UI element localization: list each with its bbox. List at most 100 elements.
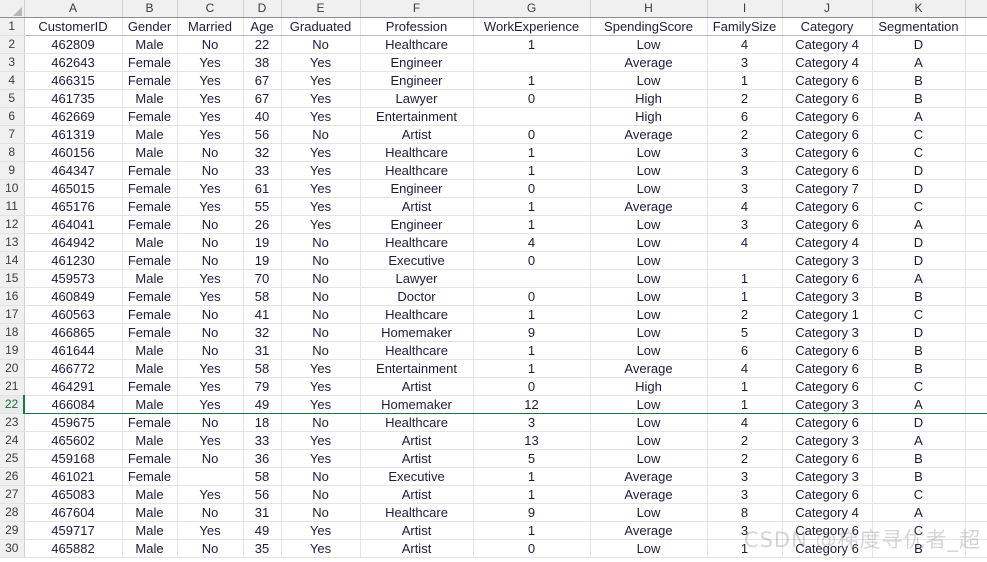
data-cell[interactable]: Average xyxy=(590,125,708,144)
data-cell[interactable]: 56 xyxy=(243,485,282,504)
data-cell[interactable]: Average xyxy=(590,197,708,216)
data-cell[interactable]: Average xyxy=(590,467,708,486)
data-cell[interactable]: 58 xyxy=(243,467,282,486)
data-cell[interactable]: 3 xyxy=(707,53,783,72)
data-cell[interactable]: Category 3 xyxy=(782,467,873,486)
data-cell[interactable] xyxy=(965,377,987,396)
data-cell[interactable]: 1 xyxy=(707,287,783,306)
row-header-7[interactable]: 7 xyxy=(0,125,25,144)
data-cell[interactable]: Category 6 xyxy=(782,107,873,126)
data-cell[interactable]: 460156 xyxy=(24,143,123,162)
data-cell[interactable]: Category 6 xyxy=(782,521,873,540)
data-cell[interactable]: Yes xyxy=(177,395,244,414)
data-cell[interactable]: Category 1 xyxy=(782,305,873,324)
data-cell[interactable]: C xyxy=(872,521,966,540)
data-cell[interactable]: A xyxy=(872,503,966,522)
data-cell[interactable]: 3 xyxy=(707,179,783,198)
row-header-9[interactable]: 9 xyxy=(0,161,25,180)
data-cell[interactable]: 31 xyxy=(243,503,282,522)
column-title-cell[interactable]: Profession xyxy=(360,17,474,36)
data-cell[interactable]: Male xyxy=(122,269,178,288)
data-cell[interactable]: Category 6 xyxy=(782,413,873,432)
data-cell[interactable]: No xyxy=(281,305,361,324)
data-cell[interactable]: 465083 xyxy=(24,485,123,504)
data-cell[interactable]: No xyxy=(177,215,244,234)
data-cell[interactable]: 462643 xyxy=(24,53,123,72)
data-cell[interactable]: Lawyer xyxy=(360,269,474,288)
data-cell[interactable] xyxy=(965,197,987,216)
data-cell[interactable]: 0 xyxy=(473,287,591,306)
data-cell[interactable]: Low xyxy=(590,449,708,468)
data-cell[interactable]: Low xyxy=(590,143,708,162)
data-cell[interactable]: 465176 xyxy=(24,197,123,216)
data-cell[interactable]: 26 xyxy=(243,215,282,234)
data-cell[interactable]: C xyxy=(872,197,966,216)
data-cell[interactable]: Yes xyxy=(281,143,361,162)
data-cell[interactable]: 8 xyxy=(707,503,783,522)
data-cell[interactable]: 4 xyxy=(473,233,591,252)
data-cell[interactable]: Female xyxy=(122,161,178,180)
data-cell[interactable]: Low xyxy=(590,395,708,414)
data-cell[interactable] xyxy=(473,269,591,288)
data-cell[interactable]: Average xyxy=(590,359,708,378)
data-cell[interactable]: B xyxy=(872,359,966,378)
data-cell[interactable]: Yes xyxy=(177,179,244,198)
data-cell[interactable]: 31 xyxy=(243,341,282,360)
data-cell[interactable] xyxy=(473,107,591,126)
data-cell[interactable]: Category 3 xyxy=(782,323,873,342)
data-cell[interactable]: C xyxy=(872,143,966,162)
data-cell[interactable]: Healthcare xyxy=(360,161,474,180)
data-cell[interactable]: 79 xyxy=(243,377,282,396)
data-cell[interactable]: Male xyxy=(122,395,178,414)
data-cell[interactable]: Category 3 xyxy=(782,287,873,306)
data-cell[interactable]: No xyxy=(177,233,244,252)
data-cell[interactable]: Engineer xyxy=(360,53,474,72)
row-header-16[interactable]: 16 xyxy=(0,287,25,306)
column-header-d[interactable]: D xyxy=(243,0,282,18)
row-header-8[interactable]: 8 xyxy=(0,143,25,162)
row-header-3[interactable]: 3 xyxy=(0,53,25,72)
data-cell[interactable]: Yes xyxy=(177,89,244,108)
data-cell[interactable] xyxy=(707,251,783,270)
data-cell[interactable] xyxy=(965,485,987,504)
data-cell[interactable]: 0 xyxy=(473,251,591,270)
data-cell[interactable]: 3 xyxy=(707,143,783,162)
data-cell[interactable]: Category 6 xyxy=(782,89,873,108)
data-cell[interactable]: Female xyxy=(122,197,178,216)
data-cell[interactable]: 2 xyxy=(707,125,783,144)
data-cell[interactable]: 6 xyxy=(707,107,783,126)
data-cell[interactable]: 461230 xyxy=(24,251,123,270)
data-cell[interactable] xyxy=(965,413,987,432)
data-cell[interactable]: Female xyxy=(122,449,178,468)
data-cell[interactable]: No xyxy=(177,251,244,270)
data-cell[interactable]: No xyxy=(177,503,244,522)
data-cell[interactable]: Healthcare xyxy=(360,305,474,324)
data-cell[interactable]: 1 xyxy=(473,521,591,540)
data-cell[interactable]: 4 xyxy=(707,35,783,54)
data-cell[interactable]: Male xyxy=(122,431,178,450)
data-cell[interactable]: Category 7 xyxy=(782,179,873,198)
data-cell[interactable]: Average xyxy=(590,521,708,540)
data-cell[interactable]: No xyxy=(281,467,361,486)
data-cell[interactable]: Low xyxy=(590,305,708,324)
data-cell[interactable]: D xyxy=(872,179,966,198)
data-cell[interactable]: Yes xyxy=(281,521,361,540)
data-cell[interactable]: 19 xyxy=(243,233,282,252)
data-cell[interactable]: 465602 xyxy=(24,431,123,450)
data-cell[interactable]: Yes xyxy=(281,539,361,558)
data-cell[interactable]: A xyxy=(872,431,966,450)
data-cell[interactable]: Average xyxy=(590,485,708,504)
row-header-17[interactable]: 17 xyxy=(0,305,25,324)
data-cell[interactable]: 19 xyxy=(243,251,282,270)
data-cell[interactable]: Yes xyxy=(281,359,361,378)
data-cell[interactable]: Executive xyxy=(360,251,474,270)
data-cell[interactable]: Category 6 xyxy=(782,143,873,162)
data-cell[interactable]: Category 4 xyxy=(782,35,873,54)
data-cell[interactable]: Female xyxy=(122,377,178,396)
data-cell[interactable]: 0 xyxy=(473,377,591,396)
row-header-19[interactable]: 19 xyxy=(0,341,25,360)
data-cell[interactable]: Category 6 xyxy=(782,485,873,504)
data-cell[interactable]: No xyxy=(281,485,361,504)
data-cell[interactable]: Artist xyxy=(360,539,474,558)
data-cell[interactable]: Yes xyxy=(177,359,244,378)
